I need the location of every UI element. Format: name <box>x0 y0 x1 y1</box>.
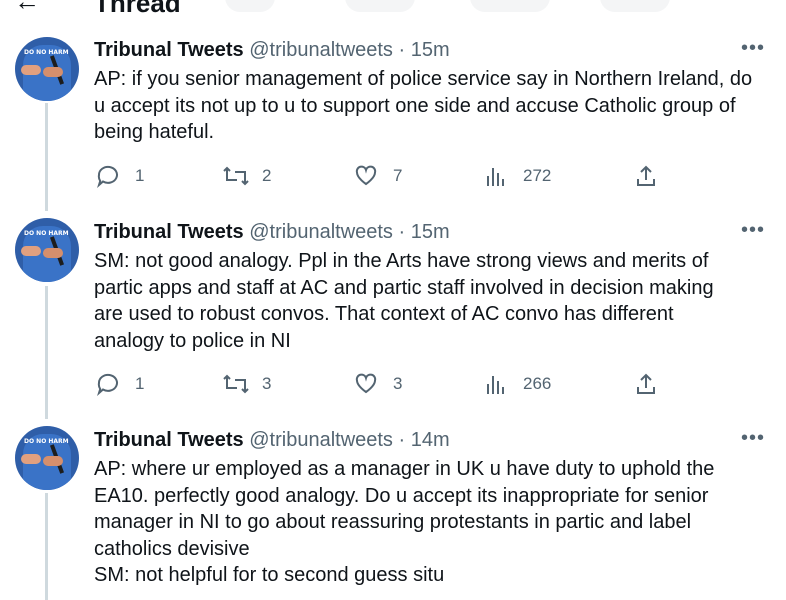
more-icon[interactable]: ••• <box>741 37 765 60</box>
like-icon <box>355 165 377 186</box>
author-handle[interactable]: @tribunaltweets <box>249 221 393 243</box>
author-handle[interactable]: @tribunaltweets <box>249 429 393 451</box>
reply-icon <box>97 373 118 396</box>
avatar[interactable]: DO NO HARM <box>15 37 79 101</box>
timestamp[interactable]: 15m <box>411 39 450 61</box>
back-arrow-icon[interactable]: ← <box>14 0 40 17</box>
tweet-text: SM: not good analogy. Ppl in the Arts ha… <box>94 250 714 352</box>
retweet-icon <box>223 374 249 394</box>
tweet-header: Tribunal Tweets @tribunaltweets · 15m <box>94 39 450 61</box>
header-decor <box>225 0 275 12</box>
author-name[interactable]: Tribunal Tweets <box>94 429 244 451</box>
retweet-icon <box>223 166 249 186</box>
author-name[interactable]: Tribunal Tweets <box>94 221 244 243</box>
header-decor <box>345 0 415 12</box>
header-decor <box>470 0 550 12</box>
top-bar: ← Thread <box>0 0 786 18</box>
header-decor <box>600 0 670 12</box>
tweet-header: Tribunal Tweets @tribunaltweets · 14m <box>94 429 450 451</box>
avatar[interactable]: DO NO HARM <box>15 218 79 282</box>
views-icon <box>487 168 504 186</box>
share-icon <box>637 373 655 394</box>
tweet-header: Tribunal Tweets @tribunaltweets · 15m <box>94 221 450 243</box>
timestamp[interactable]: 15m <box>411 221 450 243</box>
share-icon <box>637 165 655 186</box>
reply-icon <box>97 165 118 188</box>
tweet-text: AP: where ur employed as a manager in UK… <box>94 458 715 586</box>
tweet-text: AP: if you senior management of police s… <box>94 68 753 143</box>
thread-line <box>45 103 48 211</box>
more-icon[interactable]: ••• <box>741 219 765 242</box>
author-handle[interactable]: @tribunaltweets <box>249 39 393 61</box>
thread-line <box>45 286 48 419</box>
like-icon <box>355 373 377 394</box>
author-name[interactable]: Tribunal Tweets <box>94 39 244 61</box>
page-title: Thread <box>94 0 181 18</box>
thread-line <box>45 493 48 600</box>
views-icon <box>487 376 504 394</box>
more-icon[interactable]: ••• <box>741 427 765 450</box>
timestamp[interactable]: 14m <box>411 429 450 451</box>
avatar[interactable]: DO NO HARM <box>15 426 79 490</box>
